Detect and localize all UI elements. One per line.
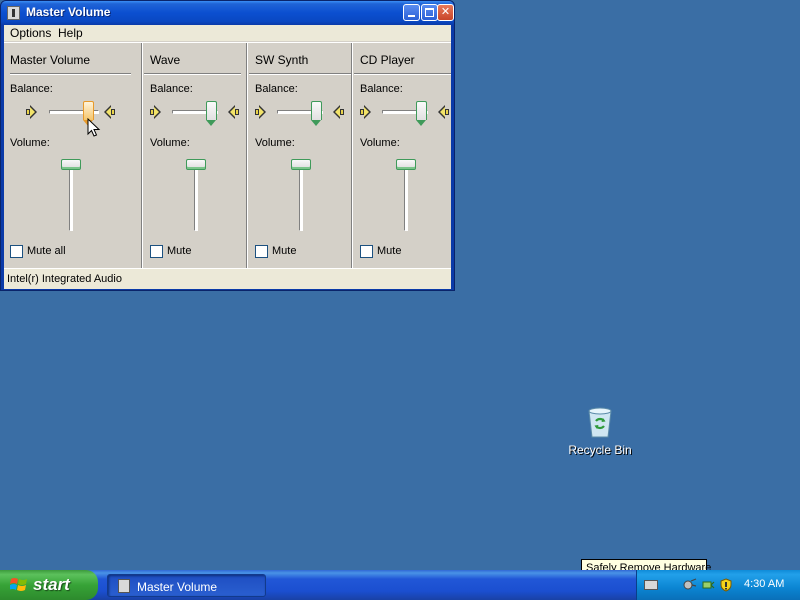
menu-bar: Options Help (4, 25, 451, 41)
volume-slider-thumb[interactable] (291, 159, 311, 170)
volume-slider-track[interactable] (404, 163, 408, 231)
safely-remove-hardware-icon[interactable] (701, 578, 715, 592)
volume-slider-track[interactable] (69, 163, 73, 231)
right-speaker-icon (227, 105, 239, 119)
mute-all-checkbox[interactable] (10, 245, 23, 258)
mute-checkbox[interactable] (360, 245, 373, 258)
channel-divider (10, 73, 131, 75)
system-tray: 4:30 AM (636, 570, 800, 600)
channel-divider (354, 73, 451, 75)
volume-label: Volume: (10, 137, 50, 149)
volume-label: Volume: (150, 137, 190, 149)
volume-slider-track[interactable] (194, 163, 198, 231)
maximize-button[interactable] (421, 4, 438, 21)
left-speaker-icon (26, 105, 38, 119)
channel-name: Master Volume (10, 53, 91, 67)
windows-flag-icon (10, 578, 27, 591)
left-speaker-icon (150, 105, 162, 119)
right-speaker-icon (437, 105, 449, 119)
master-volume-window[interactable]: Master Volume ✕ Options Help Master Volu… (0, 0, 455, 291)
mouse-cursor-icon (87, 118, 101, 137)
taskbar-button-label: Master Volume (137, 580, 218, 594)
balance-slider-thumb[interactable] (206, 101, 217, 126)
volume-app-icon (118, 579, 130, 593)
clock[interactable]: 4:30 AM (744, 578, 784, 590)
channel-name: Wave (150, 53, 181, 67)
menu-options[interactable]: Options (10, 26, 51, 40)
balance-label: Balance: (255, 83, 298, 95)
security-shield-icon[interactable] (719, 578, 733, 592)
mute-label[interactable]: Mute (167, 245, 191, 257)
mute-label[interactable]: Mute (377, 245, 401, 257)
channel-divider (249, 73, 352, 75)
channel-sw-synth: SW Synth Balance: Volume: Mute (249, 43, 352, 268)
status-bar: Intel(r) Integrated Audio (4, 268, 451, 289)
volume-slider-track[interactable] (299, 163, 303, 231)
menu-help[interactable]: Help (58, 26, 83, 40)
recycle-bin-icon (588, 407, 612, 438)
right-speaker-icon (332, 105, 344, 119)
balance-label: Balance: (360, 83, 403, 95)
taskbar-button-master-volume[interactable]: Master Volume (107, 574, 266, 597)
channel-name: CD Player (360, 53, 415, 67)
mute-checkbox[interactable] (255, 245, 268, 258)
channel-cd-player: CD Player Balance: Volume: Mute (354, 43, 451, 268)
channel-divider (144, 73, 241, 75)
status-text: Intel(r) Integrated Audio (7, 273, 122, 285)
recycle-bin-label: Recycle Bin (568, 443, 632, 457)
minimize-button[interactable] (403, 4, 420, 21)
channel-separator (246, 43, 248, 268)
close-button[interactable]: ✕ (437, 4, 454, 21)
volume-slider-thumb[interactable] (396, 159, 416, 170)
network-icon[interactable] (683, 578, 697, 592)
left-speaker-icon (360, 105, 372, 119)
close-icon: ✕ (440, 5, 451, 18)
channel-name: SW Synth (255, 53, 309, 67)
left-speaker-icon (255, 105, 267, 119)
start-button[interactable]: start (0, 570, 98, 600)
right-speaker-icon (103, 105, 115, 119)
channel-wave: Wave Balance: Volume: Mute (144, 43, 247, 268)
mute-checkbox[interactable] (150, 245, 163, 258)
start-label: start (33, 575, 70, 594)
channel-separator (351, 43, 353, 268)
channel-master-volume: Master Volume Balance: Volume: Mute all (4, 43, 141, 268)
title-bar[interactable]: Master Volume ✕ (1, 1, 454, 25)
volume-slider-thumb[interactable] (186, 159, 206, 170)
channel-separator (141, 43, 143, 268)
mute-all-label[interactable]: Mute all (27, 245, 66, 257)
window-client: Options Help Master Volume Balance: Volu… (4, 25, 451, 289)
mute-label[interactable]: Mute (272, 245, 296, 257)
window-title: Master Volume (26, 5, 111, 19)
volume-app-icon[interactable] (7, 6, 20, 20)
balance-label: Balance: (150, 83, 193, 95)
keyboard-icon[interactable] (644, 580, 658, 590)
volume-label: Volume: (360, 137, 400, 149)
volume-slider-thumb[interactable] (61, 159, 81, 170)
balance-label: Balance: (10, 83, 53, 95)
volume-label: Volume: (255, 137, 295, 149)
balance-slider-thumb[interactable] (311, 101, 322, 126)
recycle-bin-shortcut[interactable]: Recycle Bin (560, 405, 640, 465)
balance-slider-thumb[interactable] (416, 101, 427, 126)
mixer-panel: Master Volume Balance: Volume: Mute all … (4, 42, 451, 268)
taskbar: start Master Volume 4:30 AM (0, 570, 800, 600)
